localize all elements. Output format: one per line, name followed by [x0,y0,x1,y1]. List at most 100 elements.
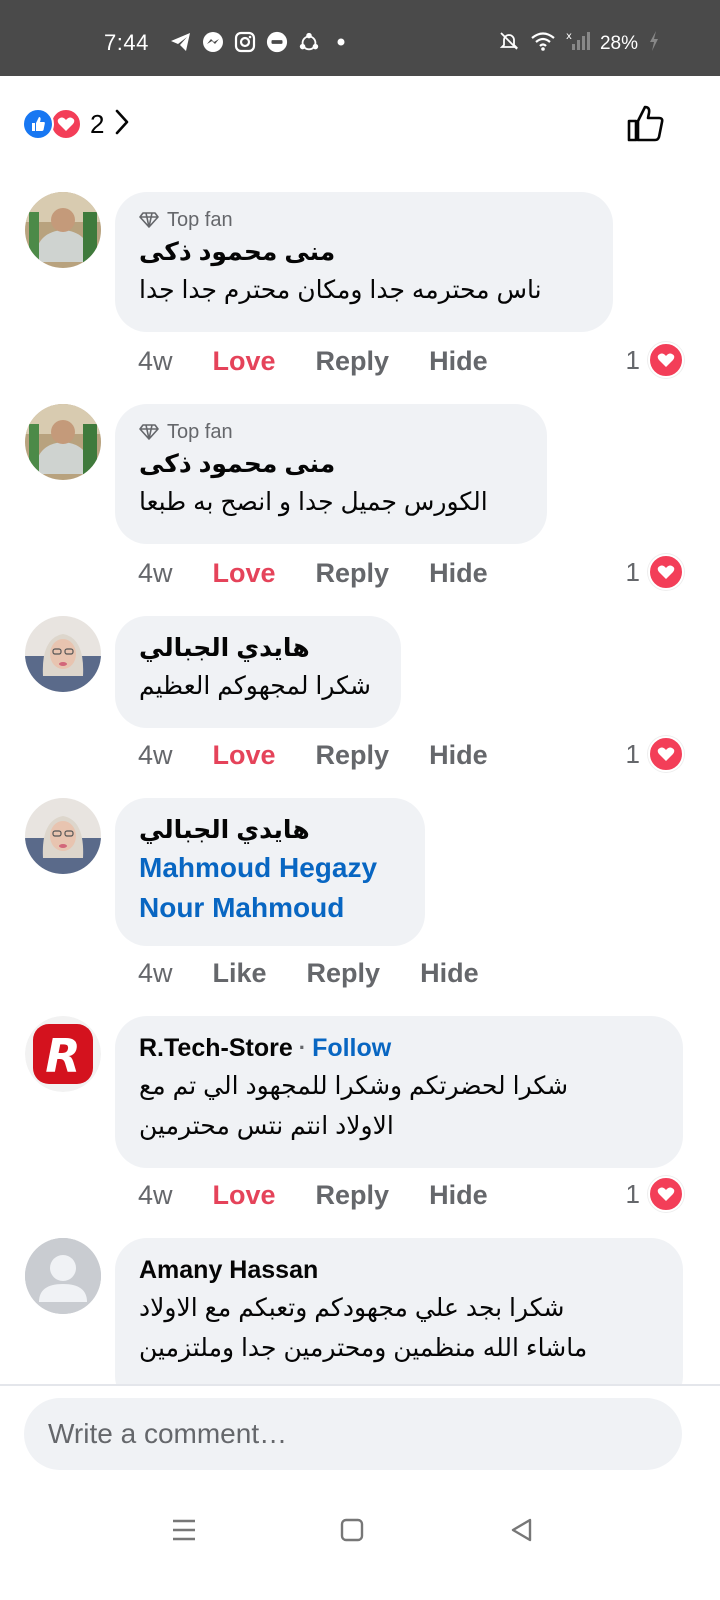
comment-bubble[interactable]: هايدي الجبالي Mahmoud Hegazy Nour Mahmou… [115,798,425,946]
top-fan-badge: Top fan [139,418,523,446]
comment-time[interactable]: 4w [138,1180,173,1211]
love-button[interactable]: Love [213,558,276,589]
system-navigation-bar [0,1480,720,1600]
love-button[interactable]: Love [213,740,276,771]
comment-text-line: شكرا بجد علي مجهودكم وتعبكم مع الاولاد [139,1294,565,1322]
comment-author[interactable]: منى محمود ذكى [139,234,589,270]
like-reaction-icon [22,108,54,140]
reaction-count: 1 [625,344,640,375]
comment-author-row: R.Tech-Store · Follow [139,1030,659,1066]
comment-text-line: ماشاء الله منظمين ومحترمين جدا وملتزمين [139,1334,588,1362]
comment-reactions[interactable]: 1 [626,342,684,378]
comment-actions: 4w Love Reply Hide [138,558,488,589]
divider [0,1384,720,1386]
reaction-count: 1 [625,556,640,587]
svg-text:x: x [566,31,572,42]
comment-input[interactable]: Write a comment… [24,1398,682,1470]
sync-icon [298,31,320,53]
reaction-count: 1 [625,1178,640,1209]
svg-text:R: R [45,1029,80,1083]
comment-time[interactable]: 4w [138,958,173,989]
top-fan-label: Top fan [167,420,233,443]
hide-button[interactable]: Hide [429,558,488,589]
comment-author[interactable]: هايدي الجبالي [139,630,377,666]
status-bar: 7:44 x 28% [0,0,720,76]
reply-button[interactable]: Reply [316,1180,390,1211]
clock: 7:44 [104,30,149,55]
back-icon[interactable] [502,1510,542,1550]
hide-button[interactable]: Hide [429,740,488,771]
comment-bubble[interactable]: Top fan منى محمود ذكى ناس محترمه جدا ومك… [115,192,613,332]
comment-item: Amany Hassan شكرا بجد علي مجهودكم وتعبكم… [0,1238,720,1384]
top-fan-label: Top fan [167,208,233,231]
recent-apps-icon[interactable] [164,1510,204,1550]
comment-text: الكورس جميل جدا و انصح به طبعا [139,488,488,516]
instagram-icon [234,31,256,53]
comment-bubble[interactable]: Top fan منى محمود ذكى الكورس جميل جدا و … [115,404,547,544]
comment-reactions[interactable]: 1 [626,554,684,590]
comment-bubble[interactable]: R.Tech-Store · Follow شكرا لحضرتكم وشكرا… [115,1016,683,1168]
avatar[interactable] [25,616,101,692]
signal-icon: x [566,30,590,58]
comment-bubble[interactable]: هايدي الجبالي شكرا لمجهوكم العظيم [115,616,401,728]
diamond-icon [139,424,159,440]
reply-button[interactable]: Reply [316,346,390,377]
avatar[interactable] [25,192,101,268]
separator-dot: · [298,1035,307,1060]
comment-reactions[interactable]: 1 [626,736,684,772]
notification-icons [170,31,352,53]
battery-level: 28% [599,33,638,54]
comment-time[interactable]: 4w [138,740,173,771]
avatar[interactable] [25,404,101,480]
messenger-icon [202,31,224,53]
comment-actions: 4w Love Reply Hide [138,346,488,377]
comment-author[interactable]: هايدي الجبالي [139,812,401,848]
reactions-summary[interactable]: 2 [22,104,132,144]
uber-icon [266,31,288,53]
heart-icon [648,1176,684,1212]
comment-text-line: الاولاد انتم نتس محترمين [139,1112,394,1140]
comment-bubble[interactable]: Amany Hassan شكرا بجد علي مجهودكم وتعبكم… [115,1238,683,1384]
comment-actions: 4w Love Reply Hide [138,740,488,771]
reply-button[interactable]: Reply [307,958,381,989]
comment-author[interactable]: منى محمود ذكى [139,446,523,482]
hide-button[interactable]: Hide [429,1180,488,1211]
mute-icon [498,30,520,58]
wifi-icon [530,30,556,58]
hide-button[interactable]: Hide [420,958,479,989]
comment-time[interactable]: 4w [138,346,173,377]
like-button[interactable]: Like [213,958,267,989]
love-button[interactable]: Love [213,1180,276,1211]
chevron-right-icon [112,107,132,142]
love-button[interactable]: Love [213,346,276,377]
comment-reactions[interactable]: 1 [626,1176,684,1212]
comment-input-placeholder: Write a comment… [48,1418,288,1449]
love-reaction-icon [50,108,82,140]
reply-button[interactable]: Reply [316,740,390,771]
comment-time[interactable]: 4w [138,558,173,589]
diamond-icon [139,212,159,228]
avatar[interactable]: R [25,1016,101,1092]
charging-icon [648,30,660,58]
system-icons: x 28% [498,30,660,58]
top-fan-badge: Top fan [139,206,589,234]
mention-link[interactable]: Mahmoud Hegazy [139,848,401,888]
like-post-button[interactable] [624,102,668,151]
avatar[interactable] [25,1238,101,1314]
mention-link[interactable]: Nour Mahmoud [139,888,401,928]
follow-button[interactable]: Follow [312,1030,391,1066]
comment-actions: 4w Love Reply Hide [138,1180,488,1211]
reactions-count: 2 [90,108,105,139]
hide-button[interactable]: Hide [429,346,488,377]
comment-actions: 4w Like Reply Hide [138,958,479,989]
reaction-count: 1 [625,738,640,769]
avatar[interactable] [25,798,101,874]
telegram-icon [170,31,192,53]
reply-button[interactable]: Reply [316,558,390,589]
heart-icon [648,342,684,378]
comment-author[interactable]: Amany Hassan [139,1252,659,1288]
comment-text-line: شكرا لحضرتكم وشكرا للمجهود الي تم مع [139,1072,569,1100]
comment-text: شكرا لمجهوكم العظيم [139,672,371,700]
comment-author[interactable]: R.Tech-Store [139,1030,293,1066]
home-icon[interactable] [332,1510,372,1550]
